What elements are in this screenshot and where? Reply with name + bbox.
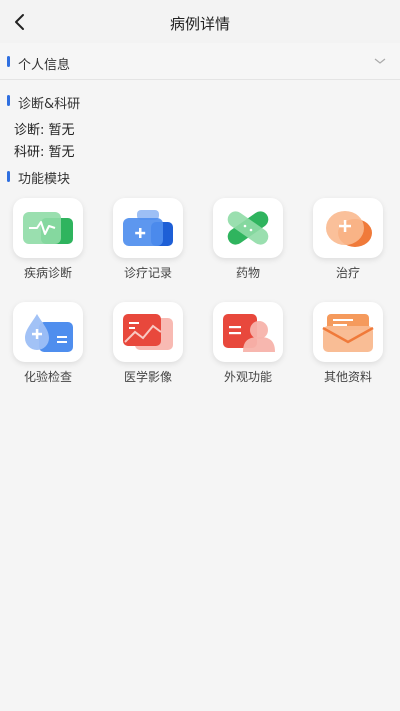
personal-info-title: 个人信息 bbox=[18, 58, 71, 73]
module-treatment[interactable] bbox=[313, 198, 383, 258]
module-label: 其他资料 bbox=[323, 370, 372, 384]
section-marker bbox=[7, 171, 10, 182]
module-label: 医学影像 bbox=[123, 370, 172, 384]
medical-record-icon bbox=[123, 210, 173, 246]
page-title: 病例详情 bbox=[169, 15, 230, 33]
lab-test-icon bbox=[25, 314, 73, 352]
diagnosis-label: 诊断: bbox=[14, 123, 45, 138]
module-label: 疾病诊断 bbox=[23, 266, 72, 280]
chevron-down-icon[interactable] bbox=[374, 56, 386, 66]
module-label: 诊疗记录 bbox=[123, 266, 172, 280]
research-field: 科研: 暂无 bbox=[14, 141, 75, 160]
research-value: 暂无 bbox=[48, 145, 75, 160]
module-label: 治疗 bbox=[335, 266, 360, 280]
diagnosis-value: 暂无 bbox=[48, 123, 75, 138]
module-lab-test[interactable] bbox=[13, 302, 83, 362]
section-marker bbox=[7, 95, 10, 106]
module-other-info[interactable] bbox=[313, 302, 383, 362]
module-label: 药物 bbox=[235, 266, 260, 280]
module-label: 化验检查 bbox=[23, 370, 72, 384]
module-medicine[interactable] bbox=[213, 198, 283, 258]
module-medical-imaging[interactable] bbox=[113, 302, 183, 362]
module-disease-diagnosis[interactable] bbox=[13, 198, 83, 258]
personal-info-header[interactable]: 个人信息 bbox=[0, 43, 400, 80]
treatment-icon bbox=[326, 211, 372, 247]
section-marker bbox=[7, 56, 10, 67]
appearance-function-icon bbox=[223, 314, 275, 352]
medicine-icon bbox=[227, 211, 269, 245]
medical-imaging-icon bbox=[123, 314, 173, 350]
function-modules-title: 功能模块 bbox=[18, 172, 71, 187]
navigation-bar: 病例详情 bbox=[0, 0, 400, 44]
research-label: 科研: bbox=[14, 145, 45, 160]
diagnosis-research-title: 诊断&科研 bbox=[18, 97, 81, 112]
diagnosis-field: 诊断: 暂无 bbox=[14, 119, 75, 138]
module-label: 外观功能 bbox=[223, 370, 272, 384]
module-appearance-function[interactable] bbox=[213, 302, 283, 362]
module-medical-record[interactable] bbox=[113, 198, 183, 258]
other-info-icon bbox=[322, 314, 374, 352]
disease-diagnosis-icon bbox=[23, 212, 73, 244]
